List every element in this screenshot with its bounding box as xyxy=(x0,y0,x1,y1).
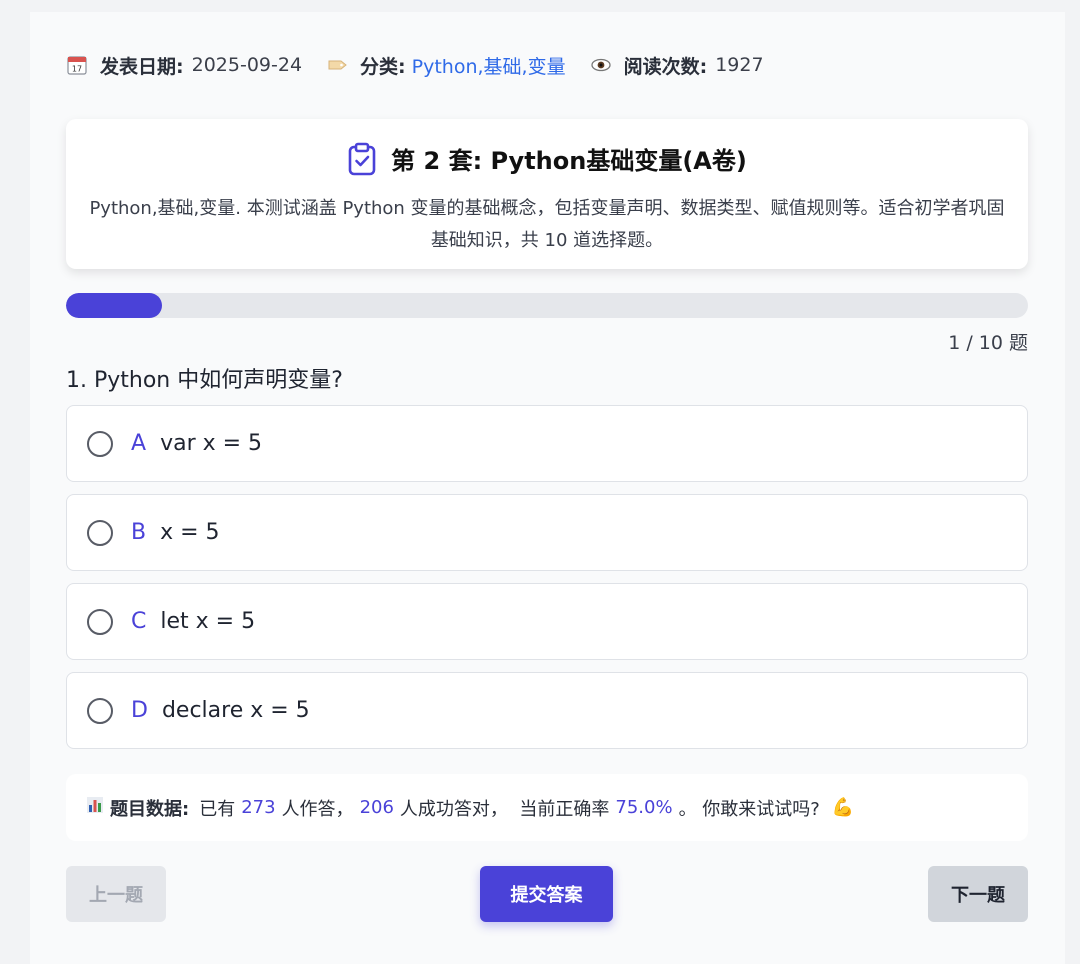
option-text: declare x = 5 xyxy=(161,698,310,723)
prev-question-button[interactable]: 上一题 xyxy=(66,866,166,922)
correct-rate: 75.0% xyxy=(615,797,673,818)
quiz-title: 第 2 套: Python基础变量(A卷) xyxy=(391,147,747,175)
option-c[interactable]: C let x = 5 xyxy=(66,583,1028,660)
option-a[interactable]: A var x = 5 xyxy=(66,405,1028,482)
radio-button[interactable] xyxy=(87,519,113,546)
tag-icon xyxy=(326,54,348,76)
radio-button[interactable] xyxy=(87,430,113,457)
option-letter: A xyxy=(131,431,147,456)
option-letter: D xyxy=(131,698,148,723)
view-count: 阅读次数: 1927 xyxy=(590,52,764,79)
category-link[interactable]: Python,基础,变量 xyxy=(412,52,566,79)
bar-chart-icon xyxy=(86,796,104,819)
progress-count: 1 / 10 题 xyxy=(948,332,1028,354)
question-stats: 题目数据: 已有 273 人作答， 206 人成功答对， 当前正确率 75.0%… xyxy=(66,774,1028,841)
category-label: 分类: xyxy=(360,55,406,78)
submit-answer-button[interactable]: 提交答案 xyxy=(480,866,613,922)
svg-text:17: 17 xyxy=(72,65,82,74)
article-meta: 17 发表日期: 2025-09-24 分类: Python,基础,变量 阅读次… xyxy=(66,52,788,78)
category: 分类: Python,基础,变量 xyxy=(326,52,566,79)
views-label: 阅读次数: xyxy=(623,55,708,78)
stats-label: 题目数据: xyxy=(110,798,190,820)
quiz-header-card: 第 2 套: Python基础变量(A卷) Python,基础,变量. 本测试涵… xyxy=(66,119,1028,269)
views-value: 1927 xyxy=(715,54,764,76)
stats-suffix: 。 你敢来试试吗? xyxy=(678,798,820,820)
publish-date-label: 发表日期: xyxy=(100,55,184,78)
option-d[interactable]: D declare x = 5 xyxy=(66,672,1028,749)
option-b[interactable]: B x = 5 xyxy=(66,494,1028,571)
publish-date: 17 发表日期: 2025-09-24 xyxy=(66,52,302,79)
clipboard-check-icon xyxy=(348,142,376,175)
option-text: let x = 5 xyxy=(160,609,256,634)
option-text: x = 5 xyxy=(160,520,220,545)
quiz-title-row: 第 2 套: Python基础变量(A卷) xyxy=(66,141,1028,176)
answered-count: 273 xyxy=(241,797,276,818)
eye-icon xyxy=(590,54,612,76)
progress-fill xyxy=(66,293,163,318)
radio-button[interactable] xyxy=(87,697,113,724)
quiz-description: Python,基础,变量. 本测试涵盖 Python 变量的基础概念，包括变量声… xyxy=(89,198,1005,251)
option-letter: C xyxy=(131,609,147,634)
radio-button[interactable] xyxy=(87,608,113,635)
correct-count: 206 xyxy=(359,797,394,818)
question-text: 1. Python 中如何声明变量? xyxy=(66,368,343,393)
option-letter: B xyxy=(131,520,147,545)
quiz-page: 17 发表日期: 2025-09-24 分类: Python,基础,变量 阅读次… xyxy=(30,12,1065,964)
stats-prefix: 已有 xyxy=(199,798,236,820)
progress-bar xyxy=(66,293,1028,318)
stats-middle: 人作答， xyxy=(281,798,354,820)
stats-middle2: 人成功答对， 当前正确率 xyxy=(399,798,610,820)
publish-date-value: 2025-09-24 xyxy=(191,54,303,76)
option-text: var x = 5 xyxy=(160,431,263,456)
calendar-icon: 17 xyxy=(66,54,88,76)
flexed-biceps-icon: 💪 xyxy=(831,797,855,818)
next-question-button[interactable]: 下一题 xyxy=(928,866,1028,922)
